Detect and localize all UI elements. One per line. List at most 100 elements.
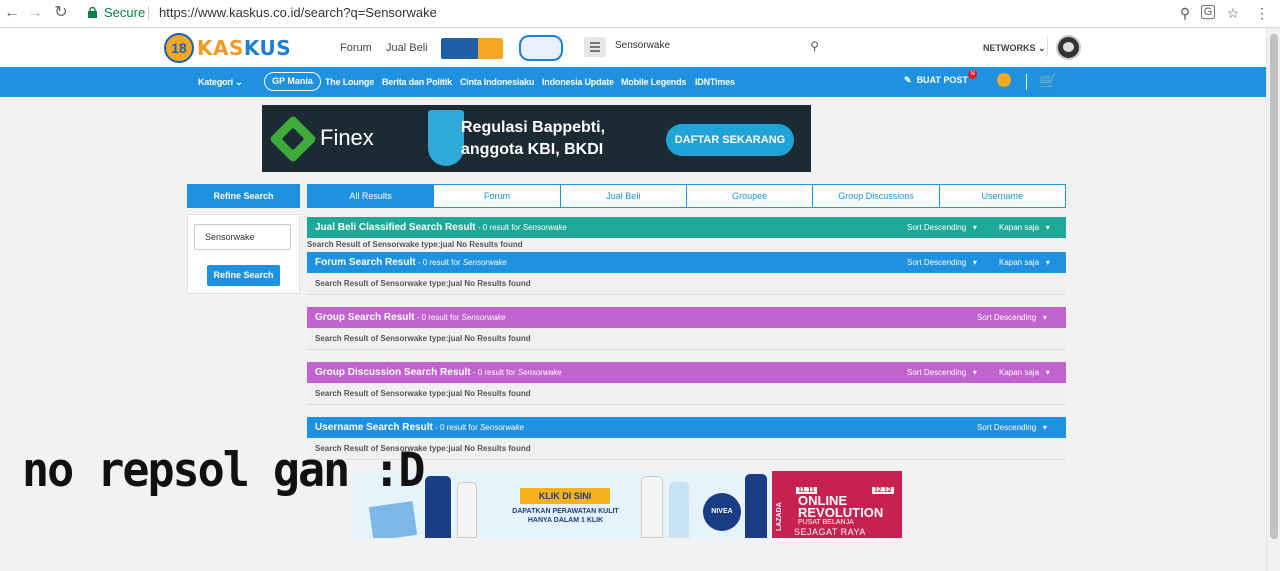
result-query: Sensorwake	[462, 258, 507, 267]
category-indonesia-update[interactable]: Indonesia Update	[542, 77, 614, 87]
tab-jual-beli[interactable]: Jual Beli	[561, 185, 687, 207]
header-divider	[1047, 37, 1048, 57]
kategori-dropdown[interactable]: Kategori ⌄	[198, 77, 243, 88]
cart-icon[interactable]: 🛒	[1039, 72, 1058, 90]
category-the-lounge[interactable]: The Lounge	[325, 77, 374, 87]
promo-headline: ONLINE REVOLUTION	[798, 494, 884, 520]
result-tabs: All Results Forum Jual Beli Groupee Grou…	[307, 184, 1066, 208]
category-berita-politik[interactable]: Berita dan Politik	[382, 77, 452, 87]
logo-text-kus: KUS	[243, 36, 292, 60]
jualbeli-result-body: Search Result of Sensorwake type:jual No…	[307, 240, 523, 249]
caret-down-icon: ▾	[972, 223, 977, 232]
shield-icon	[428, 110, 464, 166]
sort-dropdown[interactable]: Sort Descending ▾	[977, 417, 1047, 438]
sort-dropdown[interactable]: Sort Descending ▾	[907, 217, 977, 238]
promo-sub-1: PUSAT BELANJA	[798, 519, 854, 526]
result-query: Sensorwake	[517, 368, 562, 377]
finex-ad-banner[interactable]: Finex Regulasi Bappebti, anggota KBI, BKD…	[262, 105, 811, 172]
kaskus-logo[interactable]: 18 KASKUS	[164, 33, 291, 63]
browser-toolbar: ← → ↻ Secure https://www.kaskus.co.id/se…	[0, 0, 1280, 28]
ad-message-line1: Regulasi Bappebti,	[461, 119, 606, 136]
scrollbar-thumb[interactable]	[1270, 34, 1278, 539]
networks-label: NETWORKS	[983, 43, 1036, 53]
nav-forum[interactable]: Forum	[340, 42, 372, 54]
caret-down-icon: ▾	[1042, 423, 1047, 432]
kategori-label: Kategori	[198, 77, 233, 87]
category-mobile-legends[interactable]: Mobile Legends	[621, 77, 686, 87]
nivea-tin-image: NIVEA	[703, 493, 741, 531]
back-icon[interactable]: ←	[2, 4, 22, 22]
buat-post-button[interactable]: ✎ BUAT POST	[904, 75, 968, 86]
address-separator	[148, 6, 149, 20]
time-dropdown[interactable]: Kapan saja ▾	[999, 252, 1050, 273]
nivea-lazada-ad-banner[interactable]: KLIK DI SINI DAPATKAN PERAWATAN KULIT HAN…	[353, 471, 902, 538]
klik-di-sini-button[interactable]: KLIK DI SINI	[520, 488, 610, 504]
spray-bottle-image	[745, 474, 767, 538]
logo-wordmark: KASKUS	[197, 36, 291, 60]
sort-dropdown[interactable]: Sort Descending ▾	[907, 362, 977, 383]
refine-search-heading: Refine Search	[187, 184, 300, 208]
result-title: Group Discussion Search Result - 0 resul…	[315, 362, 562, 383]
header-search-input[interactable]: Sensorwake	[615, 40, 670, 51]
kaskus-18-promo-banner[interactable]	[441, 38, 503, 59]
category-bar: Kategori ⌄ GP Mania The Lounge Berita da…	[0, 67, 1266, 97]
tab-all-results[interactable]: All Results	[308, 185, 435, 207]
lock-icon	[88, 7, 97, 18]
ad-message: Regulasi Bappebti, anggota KBI, BKDI	[461, 117, 605, 161]
more-menu-icon[interactable]: ⋮	[1254, 5, 1270, 21]
sort-dropdown[interactable]: Sort Descending ▾	[977, 307, 1047, 328]
sort-label: Sort Descending	[907, 368, 967, 377]
forum-result-body: Search Result of Sensorwake type:jual No…	[307, 273, 1066, 295]
result-count: - 0 result for Sensorwake	[414, 313, 506, 322]
ad-copy-line1: DAPATKAN PERAWATAN KULIT	[512, 508, 619, 515]
time-label: Kapan saja	[999, 368, 1040, 377]
ad-copy: DAPATKAN PERAWATAN KULIT HANYA DALAM 1 KL…	[503, 507, 628, 525]
category-cinta-indonesiaku[interactable]: Cinta Indonesiaku	[460, 77, 534, 87]
logo-badge: 18	[164, 33, 194, 63]
sort-label: Sort Descending	[907, 223, 967, 232]
result-title: Group Search Result - 0 result for Senso…	[315, 307, 506, 328]
result-count: - 0 result for Sensorwake	[476, 223, 567, 232]
refine-search-input[interactable]: Sensorwake	[194, 224, 291, 250]
sort-label: Sort Descending	[977, 313, 1037, 322]
result-query: Sensorwake	[461, 313, 506, 322]
address-bar[interactable]: Secure https://www.kaskus.co.id/search?q…	[82, 3, 1248, 23]
forward-icon[interactable]: →	[25, 4, 45, 22]
gp-mania-promo-logo[interactable]	[519, 35, 563, 61]
category-idntimes[interactable]: IDNTimes	[695, 77, 735, 87]
buat-post-label: BUAT POST	[916, 75, 968, 85]
time-dropdown[interactable]: Kapan saja ▾	[999, 362, 1050, 383]
tab-username[interactable]: Username	[940, 185, 1065, 207]
ad-cta-button[interactable]: DAFTAR SEKARANG	[666, 124, 794, 156]
promo-date-2: 12.12	[872, 487, 894, 494]
reload-icon[interactable]: ↻	[51, 4, 71, 22]
result-title: Jual Beli Classified Search Result - 0 r…	[315, 217, 567, 238]
kaskus-coin-icon[interactable]	[997, 73, 1011, 87]
search-icon[interactable]: ⚲	[810, 39, 819, 53]
networks-dropdown[interactable]: NETWORKS ⌄	[983, 43, 1046, 54]
tab-group-discussions[interactable]: Group Discussions	[813, 185, 940, 207]
result-count-text: - 0 result for	[475, 223, 523, 232]
group-result-header: Group Search Result - 0 result for Senso…	[307, 307, 1066, 328]
url-text[interactable]: https://www.kaskus.co.id/search?q=Sensor…	[159, 3, 437, 23]
hamburger-menu-icon[interactable]	[584, 37, 606, 57]
header-search[interactable]: Sensorwake ⚲	[581, 36, 821, 58]
zoom-icon[interactable]: ⚲	[1177, 5, 1193, 21]
promo-headline-2: REVOLUTION	[798, 505, 884, 520]
result-count-text: - 0 result for	[415, 258, 463, 267]
translate-icon[interactable]: G	[1201, 5, 1215, 19]
result-title-text: Group Discussion Search Result	[315, 367, 471, 378]
result-count-text: - 0 result for	[432, 423, 480, 432]
category-gp-mania[interactable]: GP Mania	[264, 72, 321, 91]
page-scrollbar[interactable]	[1266, 28, 1280, 571]
ad-message-line2: anggota KBI, BKDI	[461, 141, 604, 158]
time-dropdown[interactable]: Kapan saja ▾	[999, 217, 1050, 238]
tab-groupee[interactable]: Groupee	[687, 185, 814, 207]
tab-forum[interactable]: Forum	[434, 185, 561, 207]
refine-search-button[interactable]: Refine Search	[207, 265, 280, 286]
sort-dropdown[interactable]: Sort Descending ▾	[907, 252, 977, 273]
bookmark-star-icon[interactable]: ☆	[1225, 5, 1241, 21]
user-avatar[interactable]	[1056, 35, 1081, 60]
result-count: - 0 result for Sensorwake	[433, 423, 524, 432]
nav-jual-beli[interactable]: Jual Beli	[386, 42, 428, 54]
